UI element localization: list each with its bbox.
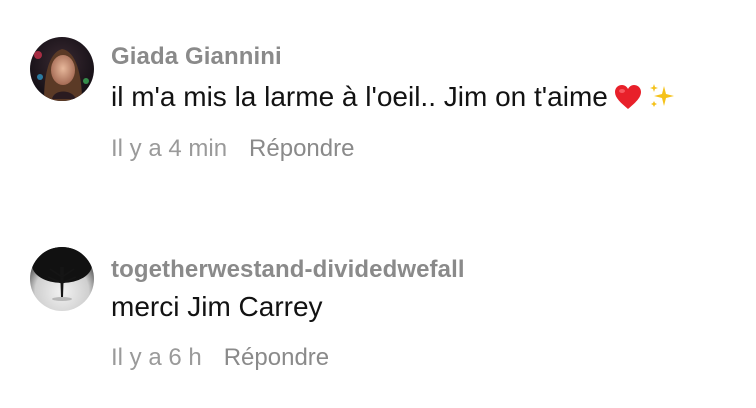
comment-meta: Il y a 6 h Répondre	[111, 344, 329, 372]
red-heart-icon	[614, 84, 642, 110]
reply-button[interactable]: Répondre	[249, 135, 354, 162]
comment-text-content: il m'a mis la larme à l'oeil.. Jim on t'…	[111, 81, 608, 112]
comment-item: togetherwestand-dividedwefall merci Jim …	[0, 210, 756, 371]
comment-item: Giada Giannini il m'a mis la larme à l'o…	[0, 0, 756, 162]
profile-photo-icon	[30, 37, 94, 101]
comment-text: merci Jim Carrey	[111, 291, 323, 322]
avatar[interactable]	[30, 37, 94, 101]
username[interactable]: togetherwestand-dividedwefall	[111, 256, 465, 284]
comment-time: Il y a 6 h	[111, 344, 202, 371]
reply-button[interactable]: Répondre	[224, 344, 329, 371]
username[interactable]: Giada Giannini	[111, 43, 282, 71]
comment-meta: Il y a 4 min Répondre	[111, 135, 354, 163]
comment-time: Il y a 4 min	[111, 135, 228, 162]
tree-silhouette-icon	[30, 247, 94, 311]
sparkles-icon	[648, 82, 676, 110]
avatar[interactable]	[30, 247, 94, 311]
comment-text: il m'a mis la larme à l'oeil.. Jim on t'…	[111, 81, 676, 113]
